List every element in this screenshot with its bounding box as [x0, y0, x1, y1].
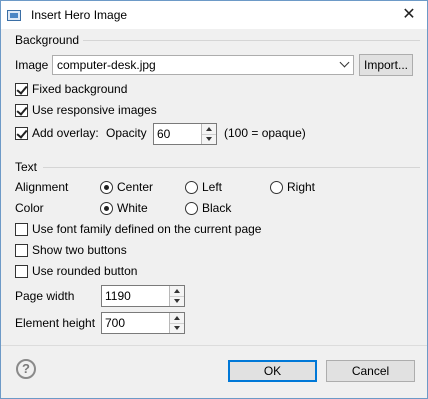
align-right-radio[interactable] [270, 181, 283, 194]
spin-down-icon[interactable] [170, 296, 184, 306]
opacity-value: 60 [157, 127, 171, 141]
align-right-label: Right [287, 180, 316, 194]
align-left-label: Left [202, 180, 223, 194]
app-icon [7, 9, 21, 21]
dialog-window: Insert Hero Image ✕ Background Image com… [0, 0, 428, 399]
element-height-label: Element height [15, 316, 96, 330]
spin-down-icon[interactable] [202, 134, 216, 144]
dialog-title: Insert Hero Image [31, 8, 128, 22]
element-height-spin-buttons [169, 313, 184, 333]
responsive-images-label: Use responsive images [32, 103, 157, 117]
align-left-radio[interactable] [185, 181, 198, 194]
import-button[interactable]: Import... [359, 54, 413, 76]
background-group-line [83, 40, 420, 41]
page-width-spin-buttons [169, 286, 184, 306]
color-label: Color [15, 201, 44, 215]
opacity-spinner[interactable]: 60 [153, 123, 217, 145]
rounded-button-label: Use rounded button [32, 264, 138, 278]
color-black-label: Black [202, 201, 232, 215]
chevron-down-icon [339, 57, 350, 68]
opacity-spin-buttons [201, 124, 216, 144]
show-two-buttons-checkbox[interactable] [15, 244, 28, 257]
fixed-background-label: Fixed background [32, 82, 128, 96]
use-font-family-label: Use font family defined on the current p… [32, 222, 262, 236]
spin-down-icon[interactable] [170, 323, 184, 333]
element-height-spinner[interactable]: 700 [101, 312, 185, 334]
image-select[interactable]: computer-desk.jpg [52, 55, 354, 75]
opacity-hint: (100 = opaque) [224, 126, 306, 140]
color-black-radio[interactable] [185, 202, 198, 215]
color-white-radio[interactable] [100, 202, 113, 215]
footer-separator [1, 345, 427, 346]
alignment-label: Alignment [15, 180, 69, 194]
text-group-label: Text [15, 160, 38, 174]
add-overlay-checkbox[interactable] [15, 127, 28, 140]
rounded-button-checkbox[interactable] [15, 265, 28, 278]
title-bar: Insert Hero Image ✕ [1, 1, 427, 29]
close-icon[interactable]: ✕ [399, 5, 419, 25]
dialog-content: Background Image computer-desk.jpg Impor… [1, 29, 427, 398]
help-icon[interactable]: ? [16, 359, 36, 379]
color-white-label: White [117, 201, 148, 215]
page-width-value: 1190 [105, 289, 131, 303]
opacity-label: Opacity [106, 126, 147, 140]
ok-button[interactable]: OK [228, 360, 317, 382]
cancel-button[interactable]: Cancel [326, 360, 415, 382]
text-group-line [43, 167, 420, 168]
align-center-label: Center [117, 180, 154, 194]
page-width-label: Page width [15, 289, 75, 303]
responsive-images-checkbox[interactable] [15, 104, 28, 117]
background-group-label: Background [15, 33, 80, 47]
show-two-buttons-label: Show two buttons [32, 243, 127, 257]
image-label: Image [15, 58, 49, 72]
add-overlay-label: Add overlay: [32, 126, 99, 140]
use-font-family-checkbox[interactable] [15, 223, 28, 236]
image-select-value: computer-desk.jpg [57, 58, 156, 72]
fixed-background-checkbox[interactable] [15, 83, 28, 96]
element-height-value: 700 [105, 316, 126, 330]
align-center-radio[interactable] [100, 181, 113, 194]
page-width-spinner[interactable]: 1190 [101, 285, 185, 307]
